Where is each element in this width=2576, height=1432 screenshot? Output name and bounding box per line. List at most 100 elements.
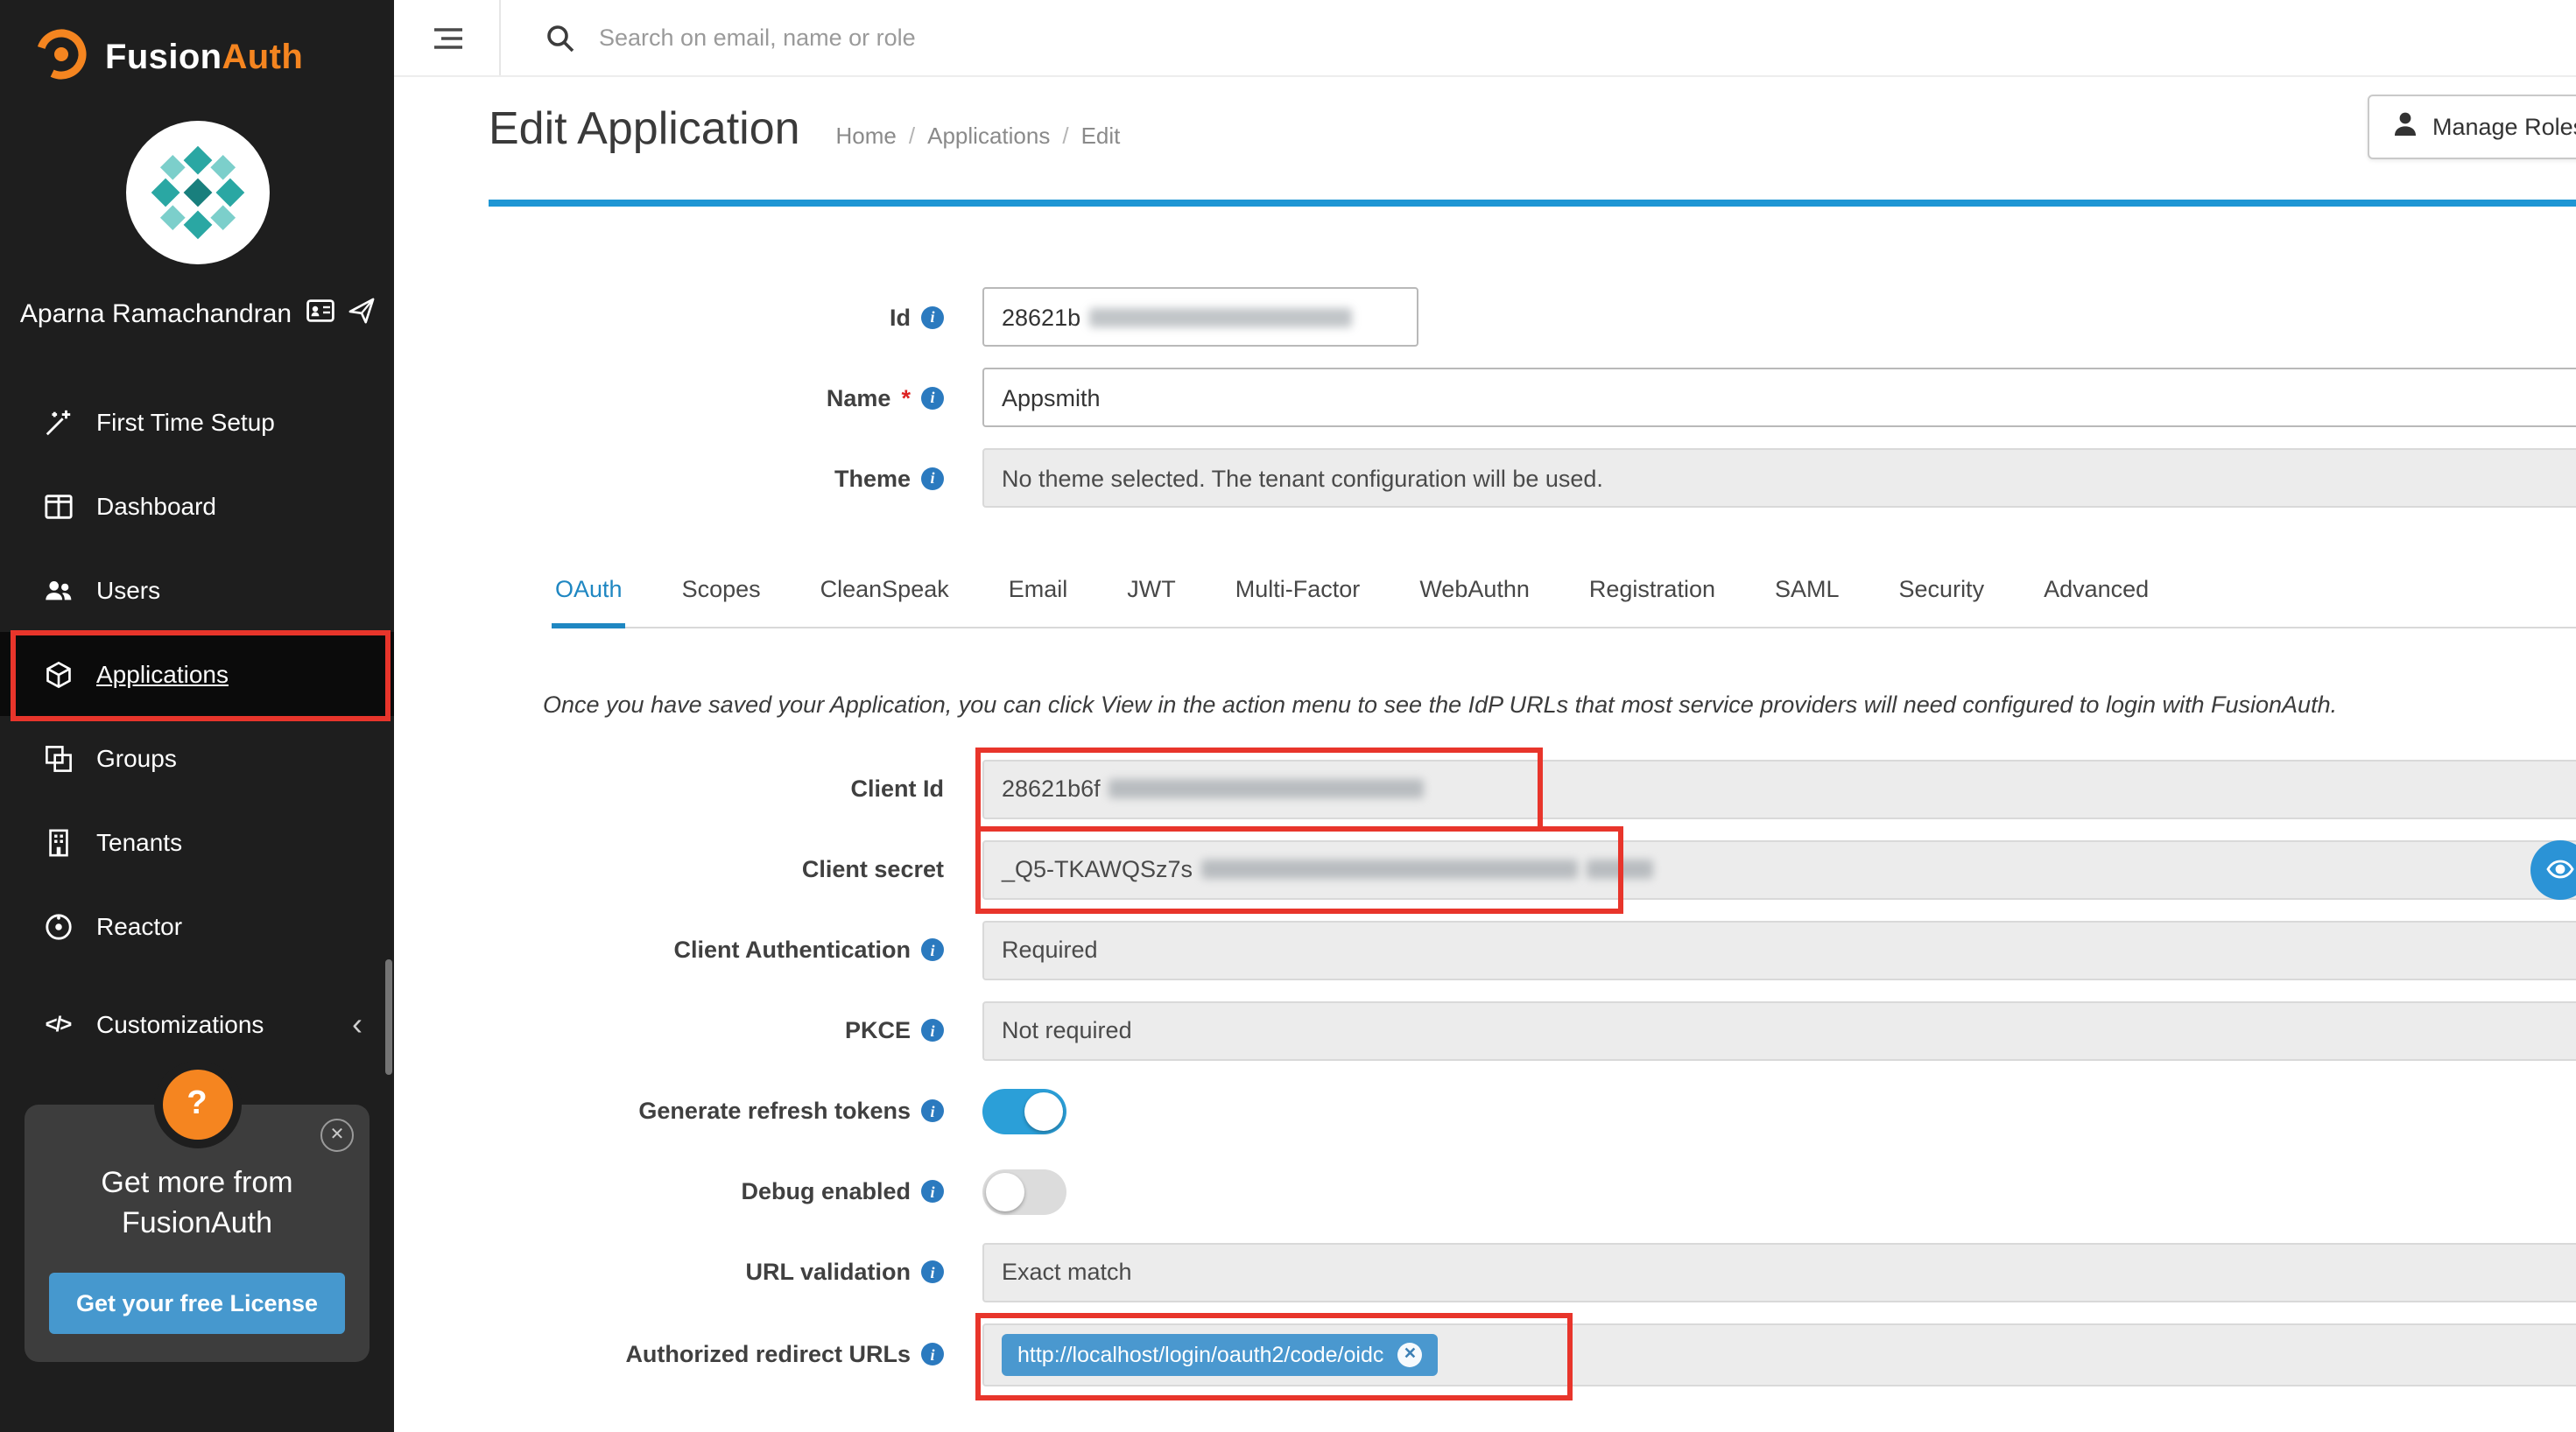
tab-oauth[interactable]: OAuth	[552, 576, 626, 628]
sidebar-item-reactor[interactable]: Reactor	[0, 884, 394, 968]
tab-multi-factor[interactable]: Multi-Factor	[1232, 576, 1364, 627]
form-row-theme: Theme No theme selected. The tenant conf…	[489, 448, 2576, 508]
url-validation-select[interactable]: Exact match	[982, 1242, 2576, 1302]
users-icon	[42, 574, 74, 606]
groups-icon	[42, 742, 74, 774]
get-license-button[interactable]: Get your free License	[49, 1273, 345, 1334]
promo-title: Get more from FusionAuth	[49, 1164, 345, 1245]
sidebar-item-first-time-setup[interactable]: First Time Setup	[0, 380, 394, 464]
tab-cleanspeak[interactable]: CleanSpeak	[817, 576, 953, 627]
field-label-generate-refresh-tokens: Generate refresh tokens	[489, 1098, 944, 1124]
info-icon[interactable]	[921, 1260, 944, 1283]
breadcrumb: Home/Applications/Edit	[836, 123, 1121, 149]
breadcrumb-home[interactable]: Home	[836, 123, 897, 149]
promo-card: ? Get more from FusionAuth Get your free…	[25, 1105, 370, 1362]
sidebar-item-label: Users	[96, 576, 160, 604]
applications-icon	[42, 658, 74, 690]
remove-chip-icon[interactable]	[1397, 1342, 1422, 1366]
name-input[interactable]: Appsmith	[982, 368, 2576, 427]
form-row-url-validation: URL validation Exact match	[489, 1242, 2576, 1302]
reactor-icon	[42, 910, 74, 942]
sidebar-item-customizations[interactable]: </> Customizations ‹	[0, 982, 394, 1066]
main-area: Edit Application Home/Applications/Edit …	[394, 0, 2576, 1432]
form-row-id: Id 28621b	[489, 287, 2576, 347]
tab-webauthn[interactable]: WebAuthn	[1416, 576, 1533, 627]
redacted-text	[1587, 860, 1653, 879]
tab-email[interactable]: Email	[1005, 576, 1072, 627]
sidebar-nav: First Time Setup Dashboard Users Appli	[0, 380, 394, 1066]
page-title: Edit Application	[489, 102, 800, 156]
authorized-redirect-urls-input[interactable]: http://localhost/login/oauth2/code/oidc	[982, 1323, 2576, 1386]
breadcrumb-edit: Edit	[1081, 123, 1121, 149]
page-header: Edit Application Home/Applications/Edit …	[394, 77, 2576, 156]
wand-icon	[42, 406, 74, 438]
send-icon[interactable]	[348, 298, 374, 331]
field-label-id: Id	[489, 304, 944, 330]
info-icon[interactable]	[921, 386, 944, 409]
chevron-left-icon[interactable]: ‹	[352, 1006, 362, 1042]
info-icon[interactable]	[921, 1099, 944, 1122]
tenants-icon	[42, 826, 74, 858]
sidebar: FusionAuth	[0, 0, 394, 1432]
redacted-text	[1201, 860, 1578, 879]
sidebar-item-label: Applications	[96, 660, 229, 688]
fusionauth-logo[interactable]: FusionAuth	[0, 0, 394, 103]
sidebar-item-label: Customizations	[96, 1010, 264, 1038]
help-icon[interactable]: ?	[162, 1070, 232, 1140]
application-tabs: OAuth Scopes CleanSpeak Email JWT Multi-…	[552, 576, 2576, 628]
form-row-debug-enabled: Debug enabled	[489, 1162, 2576, 1221]
debug-enabled-toggle[interactable]	[982, 1169, 1066, 1214]
info-icon[interactable]	[921, 1343, 944, 1365]
form-row-authorized-redirect-urls: Authorized redirect URLs http://localhos…	[489, 1323, 2576, 1386]
field-label-client-authentication: Client Authentication	[489, 937, 944, 963]
sidebar-item-label: First Time Setup	[96, 408, 275, 436]
breadcrumb-applications[interactable]: Applications	[927, 123, 1050, 149]
client-secret-field: _Q5-TKAWQSz7s	[982, 839, 2576, 899]
sidebar-item-label: Dashboard	[96, 492, 216, 520]
info-icon[interactable]	[921, 467, 944, 489]
redirect-url-chip: http://localhost/login/oauth2/code/oidc	[1002, 1333, 1438, 1375]
application-form-card: Id 28621b Name* Appsmith	[489, 200, 2576, 1386]
search-input[interactable]	[595, 23, 1338, 53]
app-window: FusionAuth	[0, 0, 2576, 1432]
client-authentication-select[interactable]: Required	[982, 920, 2576, 979]
info-icon[interactable]	[921, 305, 944, 328]
tab-scopes[interactable]: Scopes	[679, 576, 764, 627]
pkce-select[interactable]: Not required	[982, 1000, 2576, 1060]
redacted-text	[1109, 779, 1425, 798]
tab-saml[interactable]: SAML	[1771, 576, 1843, 627]
id-card-icon[interactable]	[306, 299, 334, 329]
sidebar-item-users[interactable]: Users	[0, 548, 394, 632]
form-row-name: Name* Appsmith	[489, 368, 2576, 427]
fusionauth-logo-icon	[32, 25, 91, 93]
sidebar-item-groups[interactable]: Groups	[0, 716, 394, 800]
oauth-help-note: Once you have saved your Application, yo…	[543, 690, 2373, 720]
avatar[interactable]	[125, 121, 269, 273]
id-input[interactable]: 28621b	[982, 287, 1418, 347]
sidebar-item-tenants[interactable]: Tenants	[0, 800, 394, 884]
tab-advanced[interactable]: Advanced	[2040, 576, 2152, 627]
dashboard-icon	[42, 490, 74, 522]
tab-registration[interactable]: Registration	[1586, 576, 1719, 627]
code-icon: </>	[42, 1008, 74, 1040]
form-row-pkce: PKCE Not required	[489, 1000, 2576, 1060]
manage-roles-button[interactable]: Manage Roles	[2368, 95, 2576, 159]
field-label-name: Name*	[489, 384, 944, 411]
person-icon	[2394, 112, 2417, 142]
sidebar-item-dashboard[interactable]: Dashboard	[0, 464, 394, 548]
info-icon[interactable]	[921, 1180, 944, 1203]
tab-jwt[interactable]: JWT	[1123, 576, 1179, 627]
generate-refresh-tokens-toggle[interactable]	[982, 1088, 1066, 1134]
sidebar-item-applications[interactable]: Applications	[0, 632, 394, 716]
theme-select: No theme selected. The tenant configurat…	[982, 448, 2576, 508]
form-row-client-authentication: Client Authentication Required	[489, 920, 2576, 979]
close-icon[interactable]	[320, 1119, 354, 1152]
form-row-generate-refresh-tokens: Generate refresh tokens	[489, 1081, 2576, 1141]
sidebar-scrollbar[interactable]	[385, 959, 392, 1075]
info-icon[interactable]	[921, 938, 944, 961]
info-icon[interactable]	[921, 1019, 944, 1042]
fusionauth-wordmark: FusionAuth	[105, 39, 303, 79]
tab-security[interactable]: Security	[1896, 576, 1988, 627]
topbar-divider	[499, 0, 501, 75]
menu-toggle-icon[interactable]	[433, 25, 464, 50]
